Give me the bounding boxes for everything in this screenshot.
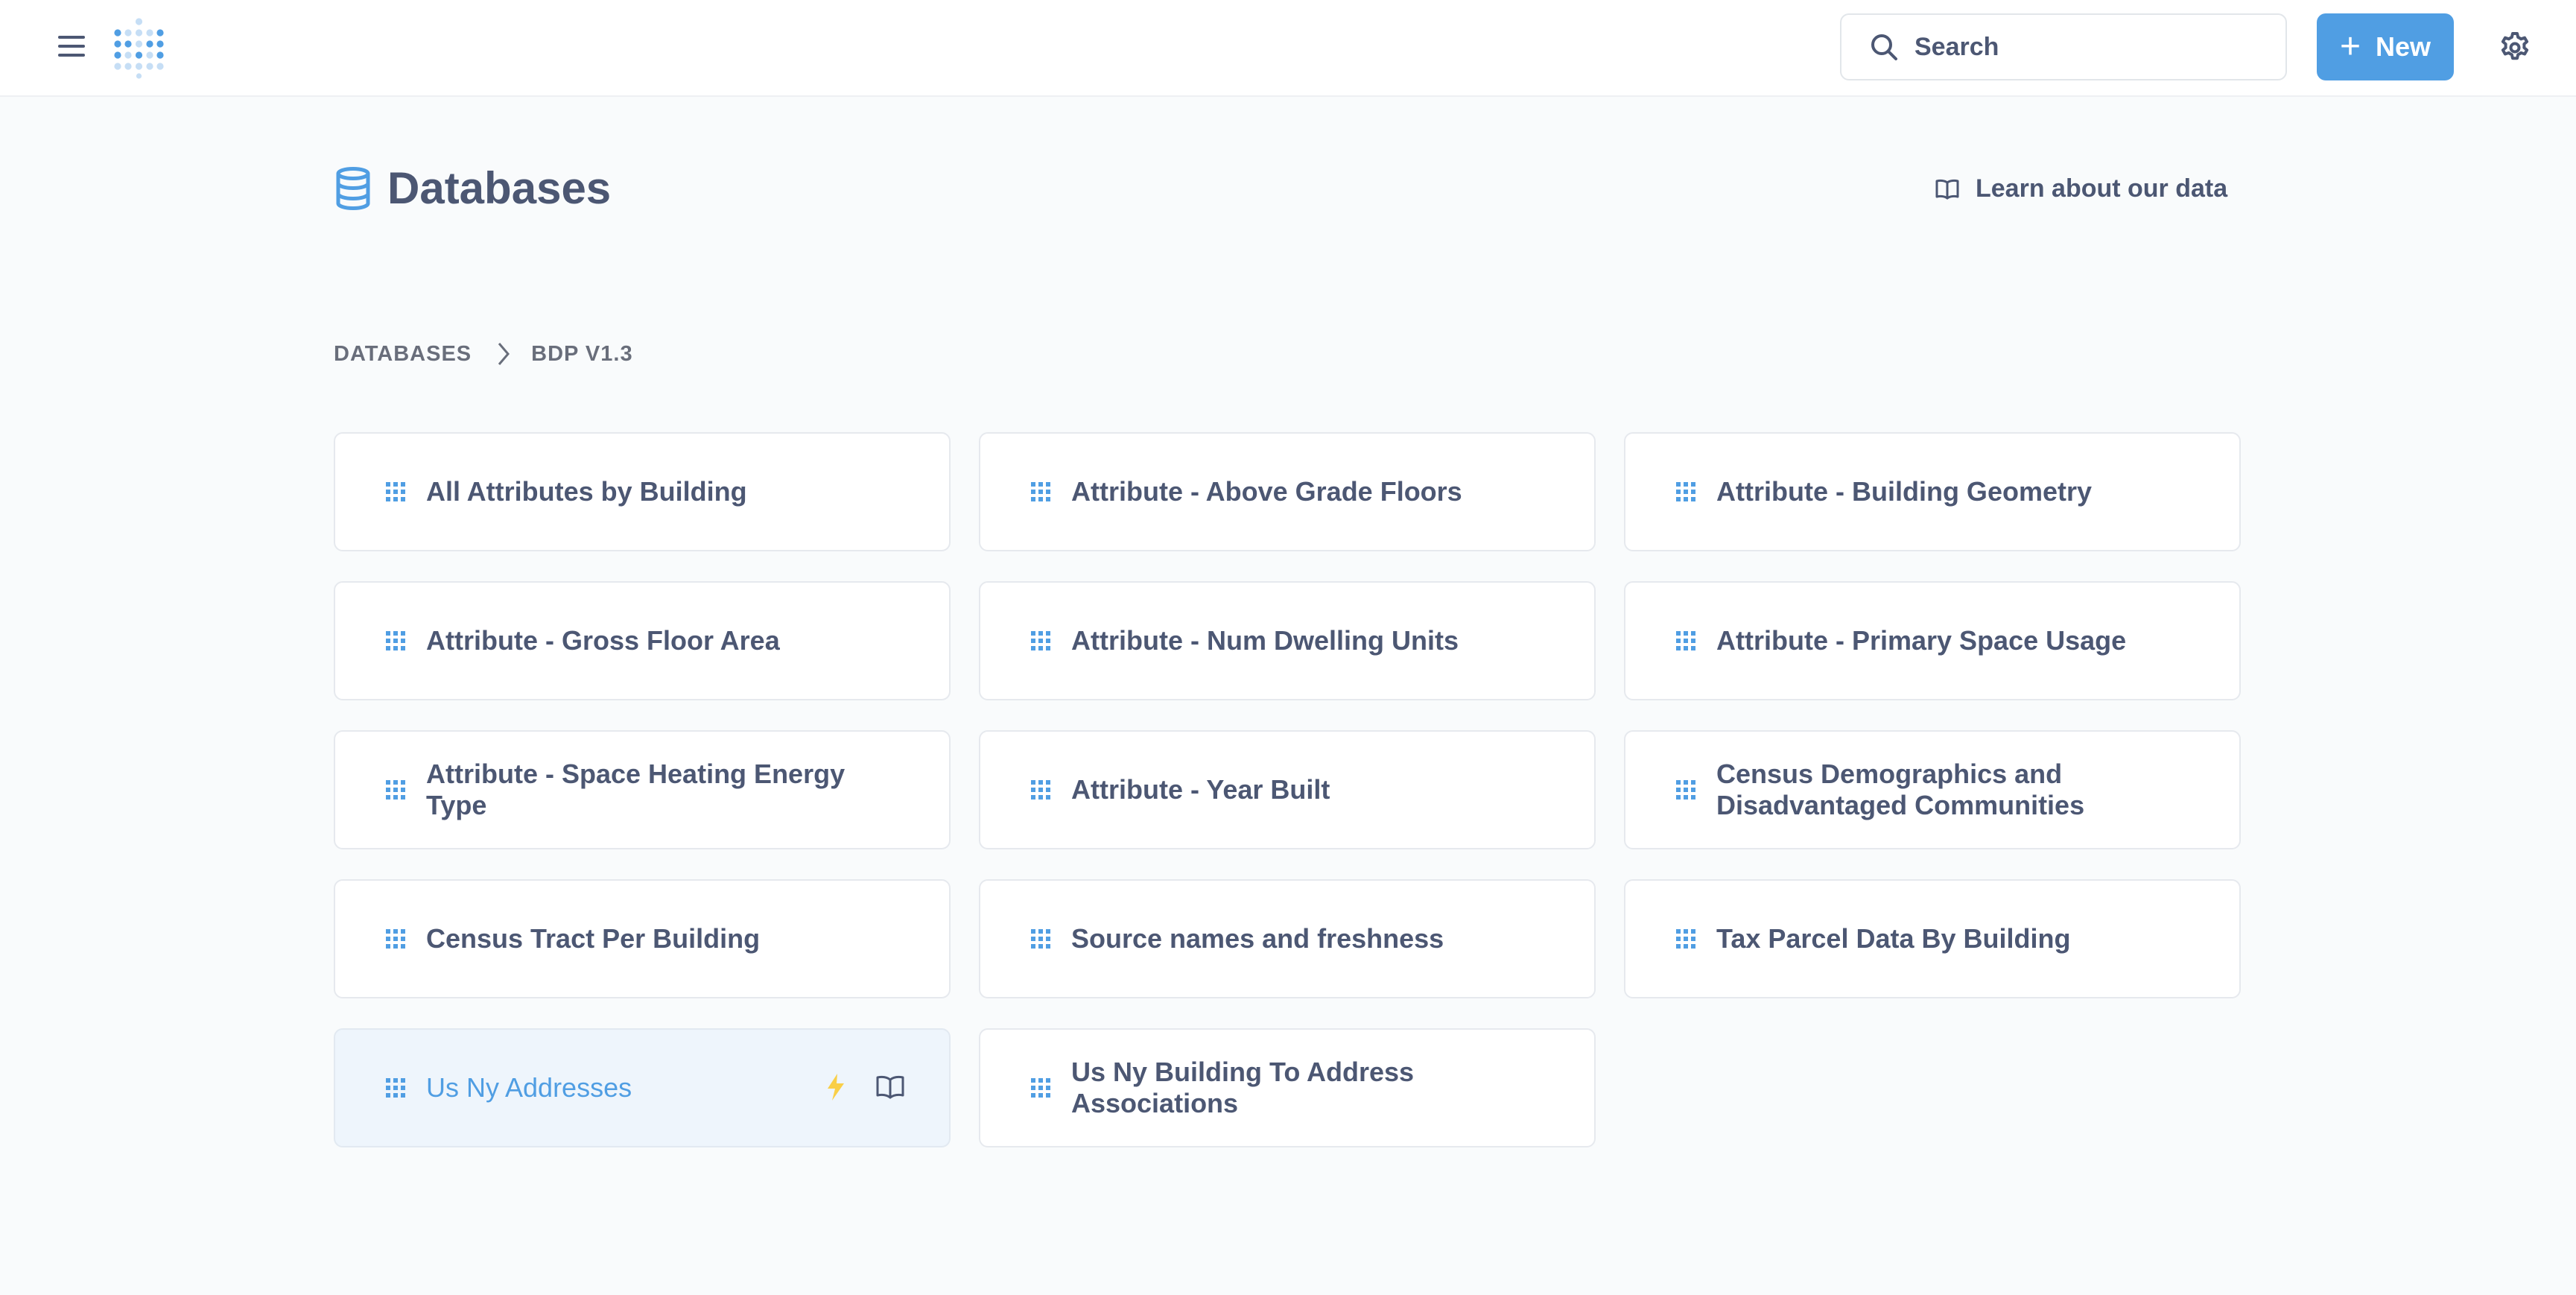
breadcrumb-current-db: BDP V1.3 bbox=[531, 341, 633, 366]
table-name: Attribute - Above Grade Floors bbox=[1071, 476, 1462, 507]
table-card[interactable]: Tax Parcel Data By Building bbox=[1624, 879, 2241, 998]
table-name: Source names and freshness bbox=[1071, 923, 1444, 954]
table-grid-icon bbox=[386, 929, 405, 949]
page-title-text: Databases bbox=[387, 163, 612, 213]
table-name: Attribute - Primary Space Usage bbox=[1716, 625, 2127, 656]
new-button[interactable]: + New bbox=[2317, 13, 2454, 80]
table-grid-icon bbox=[386, 1078, 405, 1098]
table-grid-icon bbox=[1676, 929, 1695, 949]
book-icon bbox=[1935, 179, 1959, 199]
table-card[interactable]: Attribute - Building Geometry bbox=[1624, 432, 2241, 551]
new-button-label: New bbox=[2376, 31, 2431, 62]
table-card[interactable]: Attribute - Primary Space Usage bbox=[1624, 581, 2241, 700]
table-grid-icon bbox=[1031, 482, 1050, 501]
table-grid-icon bbox=[1676, 482, 1695, 501]
page-title: Databases bbox=[335, 162, 611, 214]
gear-icon[interactable] bbox=[2499, 31, 2531, 64]
table-grid-icon bbox=[386, 482, 405, 501]
breadcrumb-databases[interactable]: DATABASES bbox=[334, 342, 472, 367]
table-grid-icon bbox=[1031, 631, 1050, 650]
table-grid-icon bbox=[1031, 929, 1050, 949]
learn-about-data-label: Learn about our data bbox=[1976, 174, 2228, 203]
table-grid-icon bbox=[1031, 780, 1050, 800]
table-name: Attribute - Space Heating Energy Type bbox=[426, 759, 846, 820]
table-card[interactable]: Source names and freshness bbox=[979, 879, 1596, 998]
metabase-logo[interactable] bbox=[112, 16, 167, 79]
plus-icon: + bbox=[2339, 27, 2361, 66]
table-grid-icon bbox=[1676, 631, 1695, 650]
database-icon bbox=[336, 166, 370, 210]
x-ray-bolt-icon[interactable] bbox=[825, 1073, 846, 1101]
table-name: Attribute - Num Dwelling Units bbox=[1071, 625, 1459, 656]
table-grid-icon bbox=[386, 780, 405, 800]
table-card[interactable]: Attribute - Above Grade Floors bbox=[979, 432, 1596, 551]
table-card[interactable]: Attribute - Space Heating Energy Type bbox=[334, 730, 951, 849]
table-card-actions bbox=[796, 1073, 904, 1101]
table-name: Us Ny Addresses bbox=[426, 1072, 632, 1103]
breadcrumb: DATABASES BDP V1.3 bbox=[334, 341, 633, 367]
table-name: Census Tract Per Building bbox=[426, 923, 761, 954]
table-name: Attribute - Building Geometry bbox=[1716, 476, 2092, 507]
table-name: Us Ny Building To Address Associations bbox=[1071, 1057, 1415, 1118]
learn-about-data-link[interactable]: Learn about our data bbox=[1935, 174, 2227, 203]
table-card[interactable]: Us Ny Addresses bbox=[334, 1028, 951, 1147]
chevron-right-icon bbox=[498, 343, 510, 365]
table-name: All Attributes by Building bbox=[426, 476, 747, 507]
table-grid-icon bbox=[1676, 780, 1695, 800]
table-grid-icon bbox=[1031, 1078, 1050, 1098]
table-card[interactable]: Census Tract Per Building bbox=[334, 879, 951, 998]
table-card[interactable]: Attribute - Num Dwelling Units bbox=[979, 581, 1596, 700]
search-input[interactable]: Search bbox=[1840, 13, 2287, 80]
table-card[interactable]: Attribute - Gross Floor Area bbox=[334, 581, 951, 700]
table-card[interactable]: Census Demographics and Disadvantaged Co… bbox=[1624, 730, 2241, 849]
table-name: Tax Parcel Data By Building bbox=[1716, 923, 2071, 954]
search-icon bbox=[1871, 34, 1897, 60]
table-card[interactable]: Attribute - Year Built bbox=[979, 730, 1596, 849]
hamburger-icon[interactable] bbox=[58, 36, 85, 60]
table-card[interactable]: Us Ny Building To Address Associations bbox=[979, 1028, 1596, 1147]
top-nav-bar: Search + New bbox=[0, 0, 2576, 97]
table-name: Attribute - Gross Floor Area bbox=[426, 625, 780, 656]
table-card[interactable]: All Attributes by Building bbox=[334, 432, 951, 551]
table-name: Attribute - Year Built bbox=[1071, 774, 1330, 805]
table-name: Census Demographics and Disadvantaged Co… bbox=[1716, 759, 2085, 820]
search-placeholder: Search bbox=[1914, 32, 1999, 61]
book-icon[interactable] bbox=[876, 1075, 904, 1099]
table-grid-icon bbox=[386, 631, 405, 650]
